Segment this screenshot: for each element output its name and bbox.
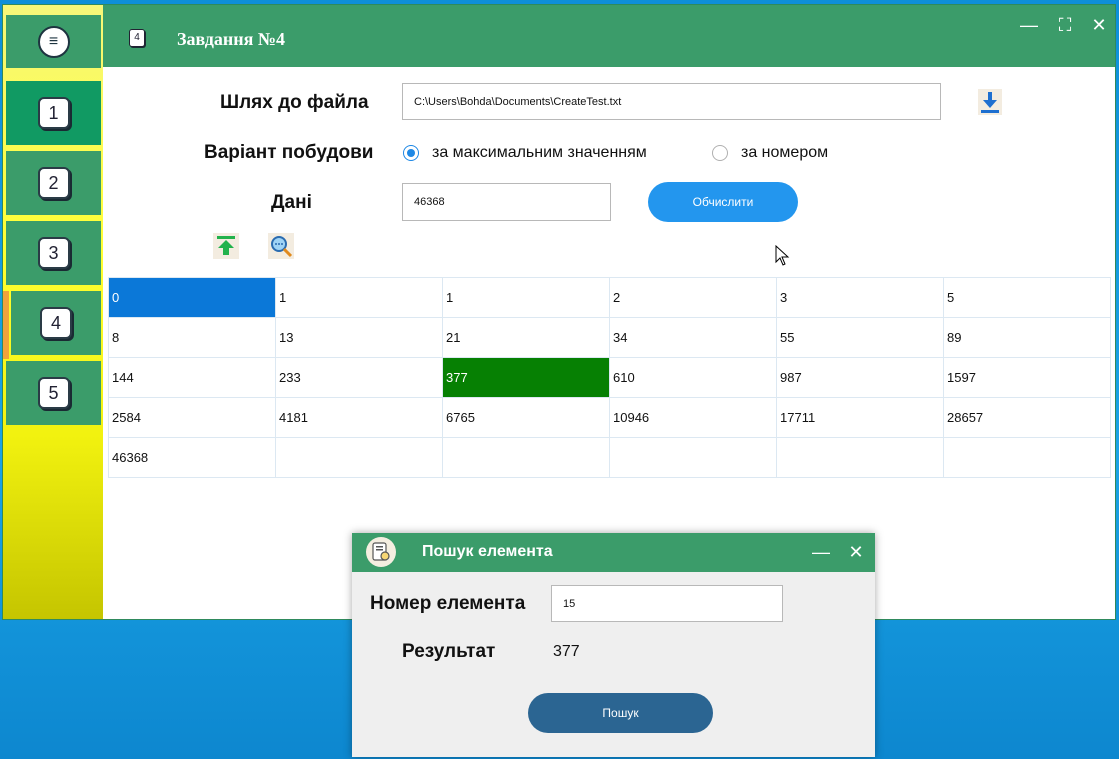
window-title: Завдання №4 (177, 29, 285, 49)
path-label: Шлях до файла (220, 92, 369, 113)
sidebar-item-label: 2 (48, 172, 59, 193)
number-4-icon: 4 (40, 307, 72, 339)
data-input[interactable]: 46368 (402, 183, 611, 221)
number-2-icon: 2 (37, 167, 70, 199)
table-row: 8 13 21 34 55 89 (108, 317, 1111, 358)
table-row: 2584 4181 6765 10946 17711 28657 (108, 397, 1111, 438)
grid-cell[interactable]: 1597 (943, 357, 1111, 398)
sidebar-item-label: 1 (48, 102, 59, 123)
calculate-button[interactable]: Обчислити (648, 182, 798, 222)
main-window: ≡ 1 2 3 4 5 4 Завдання №4 — ⛶ ✕ Шлях до … (2, 4, 1116, 620)
grid-cell[interactable]: 2584 (108, 397, 276, 438)
table-row: 011235 (108, 277, 1111, 318)
grid-cell[interactable]: 46368 (108, 437, 276, 478)
grid-cell[interactable]: 21 (442, 317, 610, 358)
sidebar-item-5[interactable]: 5 (6, 361, 101, 425)
sidebar-item-2[interactable]: 2 (6, 151, 101, 215)
grid-cell[interactable]: 1 (442, 277, 610, 318)
hamburger-menu-icon: ≡ (37, 25, 70, 58)
grid-cell[interactable]: 144 (108, 357, 276, 398)
grid-cell[interactable]: 55 (776, 317, 944, 358)
grid-cell[interactable]: 3 (776, 277, 944, 318)
grid-cell[interactable] (943, 437, 1111, 478)
element-number-label: Номер елемента (370, 593, 526, 614)
radio-unchecked-indicator (712, 145, 728, 161)
dialog-close-button[interactable]: ✕ (846, 542, 866, 562)
document-search-icon (366, 537, 396, 567)
grid-cell[interactable]: 987 (776, 357, 944, 398)
grid-cell[interactable]: 89 (943, 317, 1111, 358)
grid-cell[interactable]: 4181 (275, 397, 443, 438)
table-row: 46368 (108, 437, 1111, 478)
element-number-input[interactable]: 15 (551, 585, 783, 622)
result-label: Результат (402, 641, 496, 662)
radio-by-number[interactable]: за номером (712, 144, 828, 162)
maximize-button[interactable]: ⛶ (1055, 15, 1075, 35)
grid-cell[interactable]: 10946 (609, 397, 777, 438)
grid-cell[interactable] (275, 437, 443, 478)
variant-label: Варіант побудови (204, 142, 374, 163)
download-icon[interactable] (977, 89, 1003, 115)
grid-cell[interactable]: 0 (108, 277, 276, 318)
task-number-icon: 4 (129, 29, 145, 47)
result-value: 377 (553, 643, 580, 660)
grid-cell[interactable]: 377 (442, 357, 610, 398)
grid-cell[interactable] (609, 437, 777, 478)
grid-cell[interactable]: 610 (609, 357, 777, 398)
grid-cell[interactable]: 28657 (943, 397, 1111, 438)
sidebar-item-label: 5 (48, 382, 59, 403)
data-label: Дані (271, 192, 312, 213)
dialog-title: Пошук елемента (422, 543, 553, 560)
sidebar-item-3[interactable]: 3 (6, 221, 101, 285)
fibonacci-grid: 0 1 1 2 3 5 8 13 21 34 55 89 144 233 377 610 987 1597 2584… (108, 277, 1111, 478)
grid-cell[interactable]: 34 (609, 317, 777, 358)
upload-icon[interactable] (213, 233, 239, 259)
sidebar-item-4[interactable]: 4 (11, 291, 101, 355)
number-5-icon: 5 (37, 377, 70, 409)
grid-cell[interactable]: 1 (275, 277, 443, 318)
radio-max-value[interactable]: за максимальним значенням (403, 144, 647, 162)
task-icon-label: 4 (134, 32, 140, 43)
dialog-title-bar: Пошук елемента — ✕ (352, 533, 875, 572)
number-1-icon: 1 (37, 97, 70, 129)
title-bar: 4 Завдання №4 — ⛶ ✕ (103, 5, 1115, 67)
grid-cell[interactable]: 13 (275, 317, 443, 358)
dialog-minimize-button[interactable]: — (811, 542, 831, 562)
grid-cell[interactable]: 6765 (442, 397, 610, 438)
table-row: 144 233 377 610 987 1597 (108, 357, 1111, 398)
grid-cell[interactable]: 233 (275, 357, 443, 398)
active-item-marker (3, 291, 9, 359)
search-icon[interactable] (268, 233, 294, 259)
minimize-button[interactable]: — (1019, 15, 1039, 35)
menu-button[interactable]: ≡ (6, 15, 101, 68)
grid-cell[interactable] (776, 437, 944, 478)
close-button[interactable]: ✕ (1089, 15, 1109, 35)
sidebar-item-1[interactable]: 1 (6, 81, 101, 145)
grid-cell[interactable]: 5 (943, 277, 1111, 318)
mouse-cursor-icon (775, 245, 790, 266)
grid-cell[interactable] (442, 437, 610, 478)
grid-cell[interactable]: 8 (108, 317, 276, 358)
file-path-input[interactable]: C:\Users\Bohda\Documents\CreateTest.txt (402, 83, 941, 120)
grid-cell[interactable]: 17711 (776, 397, 944, 438)
radio-number-label: за номером (741, 144, 829, 161)
hamburger-glyph: ≡ (48, 32, 59, 50)
radio-max-label: за максимальним значенням (432, 144, 647, 161)
search-dialog: Пошук елемента — ✕ Номер елемента 15 Рез… (352, 533, 875, 757)
sidebar: ≡ 1 2 3 4 5 (3, 5, 103, 619)
search-button[interactable]: Пошук (528, 693, 713, 733)
radio-checked-indicator (403, 145, 419, 161)
grid-cell[interactable]: 2 (609, 277, 777, 318)
number-3-icon: 3 (37, 237, 70, 269)
sidebar-item-label: 4 (50, 312, 61, 333)
sidebar-item-label: 3 (48, 242, 59, 263)
